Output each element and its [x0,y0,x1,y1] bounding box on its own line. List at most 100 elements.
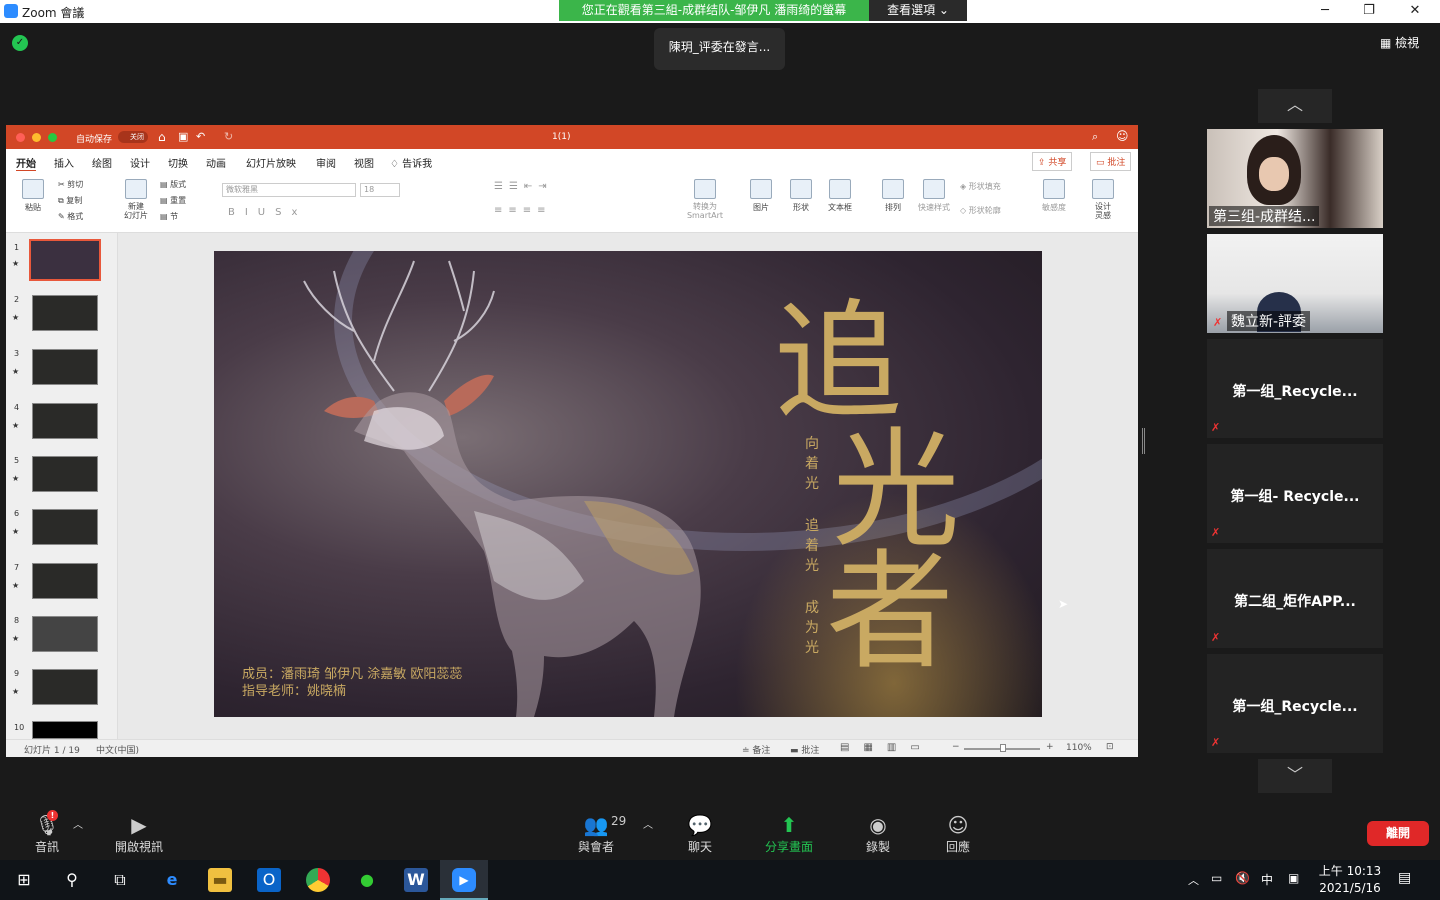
notifications-icon[interactable]: ▤ [1398,870,1411,886]
slide-subtitle-char: 光 [805,558,819,574]
start-video-label: 開啟視訊 [114,840,163,854]
ppt-statusbar: 幻灯片 1 / 19 中文(中国) ≐ 备注 ▬ 批注 ▤▦▥▭ − + 110… [6,739,1138,757]
wechat-icon[interactable]: ● [355,868,379,892]
scroll-down-button[interactable]: ﹀ [1258,759,1332,793]
minimize-button[interactable]: ─ [1302,0,1348,23]
participant-name: 第二组_炬作APP... [1234,594,1356,610]
ppt-share-label: 共享 [1048,158,1067,168]
audio-options-caret[interactable]: ︿ [72,816,84,831]
zoom-taskbar-button[interactable]: ▶ [440,860,488,900]
slide-subtitle-char: 着 [805,456,819,472]
slide-subtitle-char: 光 [805,476,819,492]
star-icon: ★ [12,634,20,643]
reactions-label: 回應 [945,840,970,854]
tray-chevron-icon[interactable]: ︿ [1188,872,1199,888]
muted-mic-icon: ✗ [1213,316,1223,329]
participant-tile[interactable]: 第一组- Recycle... ✗ [1207,444,1383,543]
meeting-toolbar: 🎙 音訊 ! ︿ ▶︎ 開啟視訊 👥 與會者 29 ︿ 💬 聊天 ⬆ 分享畫面 … [0,800,1440,860]
shield-icon[interactable]: ✓ [12,35,28,51]
gallery-view-button[interactable]: ▦ 檢視 [1380,32,1432,54]
star-icon: ★ [12,687,20,696]
fit-slide-icon: ⊡ [1106,742,1114,752]
chevron-down-icon: ﹀ [1286,765,1303,784]
ppt-comment-label: 批注 [1107,158,1126,168]
leave-button[interactable]: 離開 [1367,821,1429,846]
panel-splitter[interactable] [1142,428,1145,454]
caret-up-icon: ︿ [73,820,83,831]
slide-subtitle-char: 光 [805,640,819,656]
shape-label: 形状 [793,203,809,212]
comments-label: 批注 [801,746,820,756]
thumb-number: 2 [14,295,20,304]
arrange-label: 排列 [885,203,901,212]
section-label: 节 [170,212,179,221]
ppt-tab-draw: 绘图 [92,159,112,170]
zoom-slider-thumb [1000,744,1006,752]
ime-indicator[interactable]: 中 [1261,871,1273,888]
windows-start-icon[interactable]: ⊞ [12,868,36,892]
mac-close-icon [16,133,25,142]
reset-button: ▤ 重置 [160,196,187,205]
star-icon: ★ [12,474,20,483]
start-video-button[interactable]: ▶︎ 開啟視訊 [112,812,166,855]
outlook-icon[interactable]: O [257,868,281,892]
taskbar-clock[interactable]: 上午 10:13 2021/5/16 [1310,863,1390,897]
ppt-tab-animations: 动画 [206,159,226,170]
thumb-number: 7 [14,563,20,572]
slide-subtitle-char: 为 [805,620,819,636]
participant-name: 第一组_Recycle... [1232,384,1358,400]
participant-tile[interactable]: 第一组_Recycle... ✗ [1207,654,1383,753]
participant-tile[interactable]: 第一组_Recycle... ✗ [1207,339,1383,438]
participants-options-caret[interactable]: ︿ [642,816,654,831]
copy-button: ⧉ 复制 [58,196,83,205]
font-size-select: 18 [360,183,400,197]
ime-mode-icon[interactable]: ▣ [1288,871,1299,885]
file-explorer-icon[interactable]: ▬ [208,868,232,892]
share-screen-button[interactable]: ⬆ 分享畫面 [762,812,816,855]
textbox-icon [829,179,851,199]
edge-browser-icon[interactable]: e [160,868,184,892]
slide-thumbnail [32,403,98,439]
participant-name: 第一组- Recycle... [1230,489,1360,505]
new-slide-label: 新建 幻灯片 [124,202,148,220]
shape-icon [790,179,812,199]
font-family-select: 微软雅黑 [222,183,356,197]
close-button[interactable]: ✕ [1392,0,1438,23]
designer-label: 设计 灵感 [1095,202,1111,220]
thumb-number: 8 [14,616,20,625]
restore-button[interactable]: ❐ [1346,0,1392,23]
ppt-ribbon-tabs: 开始 插入 绘图 设计 切换 动画 幻灯片放映 审阅 视图 ♢ 告诉我 ⇪ 共享… [6,149,1138,172]
task-view-icon[interactable]: ⧉ [108,868,132,892]
network-icon[interactable]: ▭ [1211,871,1222,885]
participant-face [1259,157,1289,191]
participant-tile[interactable]: ✗ 魏立新-評委 [1207,234,1383,333]
ppt-tab-home: 开始 [16,155,36,172]
chat-button[interactable]: 💬 聊天 [686,812,714,855]
ppt-tab-design: 设计 [130,159,150,170]
ppt-tab-transitions: 切换 [168,159,188,170]
slide-title-char-2: 光 [832,416,961,565]
participant-tile[interactable]: 第二组_炬作APP... ✗ [1207,549,1383,648]
thumb-number: 5 [14,456,20,465]
scroll-up-button[interactable]: ︿ [1258,89,1332,123]
thumb-number: 3 [14,349,20,358]
reactions-button[interactable]: ☺ 回應 [944,812,972,855]
alert-badge-icon: ! [47,810,58,821]
shape-outline-button: ◇ 形状轮廓 [960,206,1001,215]
slide-title-char-1: 追 [774,288,903,437]
gallery-view-label: 檢視 [1395,36,1420,50]
star-icon: ★ [12,527,20,536]
record-button[interactable]: ◉ 錄製 [864,812,892,855]
participant-name: 魏立新-評委 [1227,311,1311,331]
volume-muted-icon[interactable]: 🔇 [1235,871,1250,885]
slide-count: 幻灯片 1 / 19 [24,746,80,756]
word-icon[interactable]: W [404,868,428,892]
participant-tile[interactable]: 第三组-成群结... [1207,129,1383,228]
slide-title-char-3: 者 [826,538,955,687]
chrome-icon[interactable] [306,868,330,892]
ppt-ribbon: 粘贴 ✂ 剪切 ⧉ 复制 ✎ 格式 新建 幻灯片 ▤ 版式 ▤ 重置 ▤ 节 微… [6,171,1138,233]
ppt-doc-title: 1(1) [552,132,571,142]
shared-screen[interactable]: 自动保存 关闭 ⌂ ▣ ↶ ↻ 1(1) ⌕ ☺ 开始 插入 绘图 设计 切换 … [6,125,1138,757]
search-icon[interactable]: ⚲ [60,868,84,892]
view-options-button[interactable]: 查看選項 ⌄ [869,0,967,21]
